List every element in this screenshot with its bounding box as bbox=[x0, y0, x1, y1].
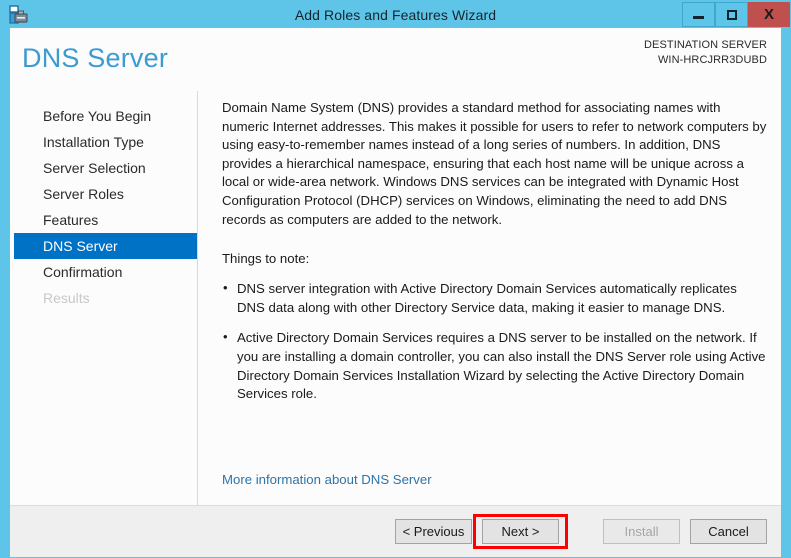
wizard-main: Before You Begin Installation Type Serve… bbox=[10, 91, 781, 505]
sidebar-item-before-you-begin[interactable]: Before You Begin bbox=[10, 103, 197, 129]
sidebar-item-results: Results bbox=[43, 290, 90, 306]
sidebar-item-server-roles[interactable]: Server Roles bbox=[10, 181, 197, 207]
things-to-note-heading: Things to note: bbox=[222, 251, 310, 267]
previous-button[interactable]: < Previous bbox=[395, 519, 472, 544]
destination-server-label: DESTINATION SERVER bbox=[643, 39, 767, 51]
more-information-link[interactable]: More information about DNS Server bbox=[222, 472, 432, 487]
add-roles-features-wizard-window: Add Roles and Features Wizard X DNS Serv… bbox=[0, 0, 791, 558]
minimize-icon bbox=[693, 16, 704, 19]
sidebar-item-confirmation[interactable]: Confirmation bbox=[10, 259, 197, 285]
footer-spacer bbox=[559, 531, 593, 532]
close-button[interactable]: X bbox=[748, 2, 790, 27]
sidebar-item-dns-server[interactable]: DNS Server bbox=[14, 233, 197, 259]
sidebar-item-features[interactable]: Features bbox=[10, 207, 197, 233]
wizard-step-nav: Before You Begin Installation Type Serve… bbox=[10, 91, 198, 505]
page-title: DNS Server bbox=[22, 43, 169, 73]
notes-list: DNS server integration with Active Direc… bbox=[222, 279, 767, 404]
wizard-footer: < Previous Next > Install Cancel bbox=[10, 505, 781, 557]
window-title: Add Roles and Features Wizard bbox=[294, 6, 497, 23]
wizard-body: DNS Server DESTINATION SERVER WIN-HRCJRR… bbox=[10, 28, 781, 557]
maximize-button[interactable] bbox=[715, 2, 748, 27]
window-frame: DNS Server DESTINATION SERVER WIN-HRCJRR… bbox=[1, 28, 790, 557]
wizard-header: DNS Server DESTINATION SERVER WIN-HRCJRR… bbox=[10, 28, 781, 91]
title-bar: Add Roles and Features Wizard X bbox=[1, 1, 790, 28]
note-item-2: Active Directory Domain Services require… bbox=[222, 328, 767, 403]
next-button[interactable]: Next > bbox=[482, 519, 559, 544]
right-accent-strip bbox=[781, 28, 790, 557]
sidebar-item-server-selection[interactable]: Server Selection bbox=[10, 155, 197, 181]
left-accent-strip bbox=[1, 28, 10, 557]
maximize-icon bbox=[726, 9, 737, 20]
cancel-button[interactable]: Cancel bbox=[690, 519, 767, 544]
content-pane: Domain Name System (DNS) provides a stan… bbox=[198, 91, 781, 505]
note-item-1: DNS server integration with Active Direc… bbox=[222, 279, 767, 317]
install-button: Install bbox=[603, 519, 680, 544]
destination-server-block: DESTINATION SERVER WIN-HRCJRR3DUBD bbox=[644, 38, 767, 68]
server-manager-icon bbox=[9, 5, 28, 24]
minimize-button[interactable] bbox=[682, 2, 715, 27]
sidebar-item-installation-type[interactable]: Installation Type bbox=[10, 129, 197, 155]
next-button-wrapper: Next > bbox=[473, 514, 568, 549]
window-controls: X bbox=[682, 1, 790, 28]
destination-server-name: WIN-HRCJRR3DUBD bbox=[657, 54, 767, 66]
intro-paragraph: Domain Name System (DNS) provides a stan… bbox=[222, 100, 767, 227]
